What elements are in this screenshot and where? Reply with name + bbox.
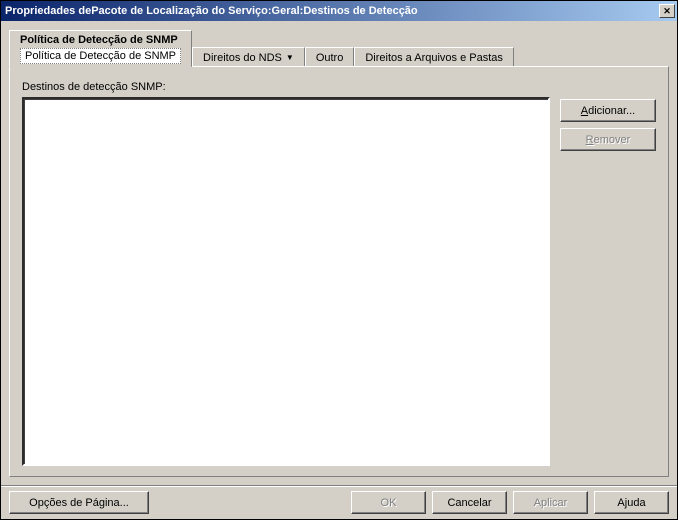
left-column: Destinos de detecção SNMP: [22,81,550,466]
apply-button: Aplicar [513,491,588,514]
tab-other[interactable]: Outro [305,47,355,67]
tab-label: Direitos do NDS [203,52,282,64]
tab-label: Outro [316,52,344,64]
tab-panel: Destinos de detecção SNMP: Adicionar... … [9,66,669,477]
footer-bar: Opções de Página... OK Cancelar Aplicar … [1,485,677,519]
right-column: Adicionar... Remover [560,81,656,466]
button-label: Remover [586,134,631,146]
window-title: Propriedades dePacote de Localização do … [5,5,659,17]
tabstrip: Política de Detecção de SNMP Política de… [9,29,669,66]
main-area: Destinos de detecção SNMP: Adicionar... … [22,81,656,466]
page-options-button[interactable]: Opções de Página... [9,491,149,514]
help-button[interactable]: Ajuda [594,491,669,514]
tab-snmp-detection-policy[interactable]: Política de Detecção de SNMP Política de… [9,30,192,67]
chevron-down-icon: ▼ [286,53,294,62]
content-area: Política de Detecção de SNMP Política de… [1,21,677,485]
tab-label: Direitos a Arquivos e Pastas [365,52,503,64]
close-icon[interactable] [659,4,675,18]
ok-button: OK [351,491,426,514]
snmp-targets-listbox[interactable] [22,97,550,466]
tab-sublabel: Política de Detecção de SNMP [20,48,181,64]
tab-label: Política de Detecção de SNMP [20,34,178,46]
tab-file-folder-rights[interactable]: Direitos a Arquivos e Pastas [354,47,514,67]
button-label: Adicionar... [581,105,635,117]
cancel-button[interactable]: Cancelar [432,491,507,514]
dialog-window: Propriedades dePacote de Localização do … [0,0,678,520]
add-button[interactable]: Adicionar... [560,99,656,122]
remove-button: Remover [560,128,656,151]
titlebar: Propriedades dePacote de Localização do … [1,1,677,21]
tab-nds-rights[interactable]: Direitos do NDS ▼ [192,47,305,67]
list-label: Destinos de detecção SNMP: [22,81,550,93]
